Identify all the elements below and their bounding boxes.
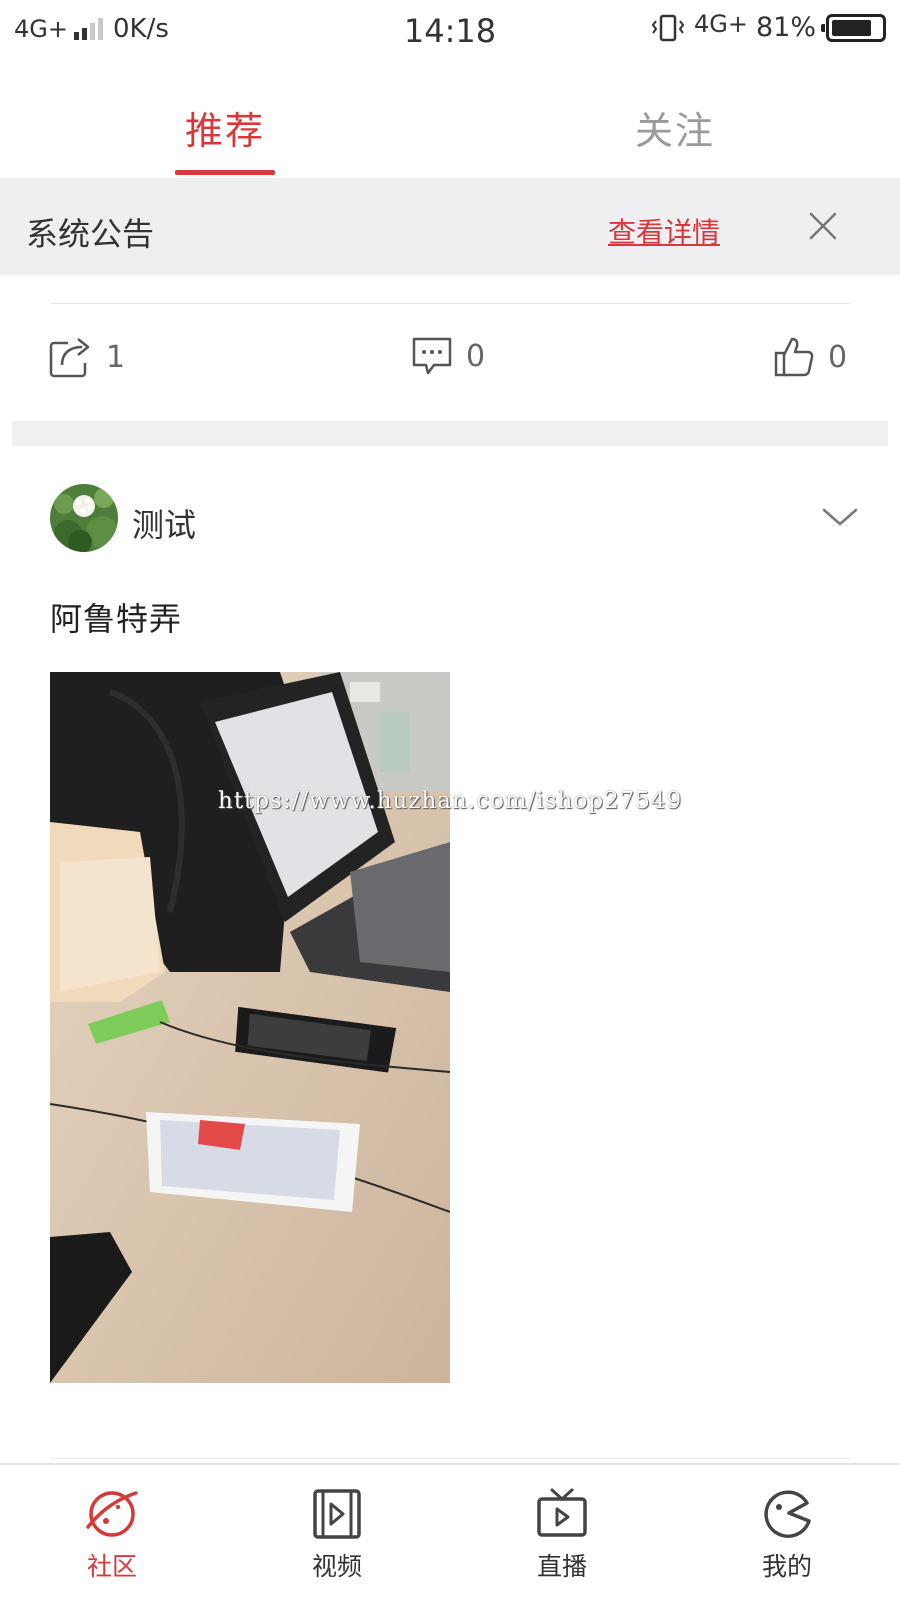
share-icon xyxy=(49,338,90,378)
nav-live[interactable]: 直播 xyxy=(502,1487,622,1583)
share-button[interactable]: 1 xyxy=(48,335,125,379)
comment-icon xyxy=(412,337,452,375)
post-username[interactable]: 测试 xyxy=(132,500,196,546)
live-tv-icon xyxy=(537,1488,587,1537)
nav-profile[interactable]: 我的 xyxy=(727,1487,847,1583)
chevron-down-icon xyxy=(822,508,858,526)
share-count: 1 xyxy=(106,339,126,375)
system-notice-banner: 系统公告 查看详情 xyxy=(0,178,900,275)
nav-label-profile: 我的 xyxy=(761,1552,812,1581)
video-icon xyxy=(313,1489,361,1539)
post-text: 阿鲁特弄 xyxy=(50,600,183,638)
thumbs-up-icon xyxy=(774,337,814,377)
vibrate-icon xyxy=(651,14,685,41)
post-more-button[interactable] xyxy=(820,502,860,532)
battery-icon xyxy=(821,13,886,42)
like-count: 0 xyxy=(828,339,848,375)
comment-button[interactable]: 0 xyxy=(410,335,485,377)
comment-count: 0 xyxy=(466,338,486,374)
nav-label-live: 直播 xyxy=(536,1552,587,1581)
tab-following[interactable]: 关注 xyxy=(635,100,715,155)
community-icon xyxy=(86,1491,138,1537)
tab-recommend[interactable]: 推荐 xyxy=(185,100,265,155)
top-tab-bar: 推荐 关注 xyxy=(0,62,900,178)
status-bar: 4G+ 0K/s 14:18 4G+ 81% xyxy=(0,0,900,62)
nav-label-community: 社区 xyxy=(86,1552,137,1581)
avatar[interactable] xyxy=(50,484,118,552)
avatar-image xyxy=(50,484,118,552)
notice-title: 系统公告 xyxy=(26,215,155,253)
bottom-nav-bar: 社区 视频 直播 我的 xyxy=(0,1463,900,1600)
nav-video[interactable]: 视频 xyxy=(277,1487,397,1583)
profile-icon xyxy=(764,1490,811,1538)
active-tab-indicator xyxy=(175,170,275,175)
post-photo[interactable] xyxy=(50,672,450,1383)
notice-details-link[interactable]: 查看详情 xyxy=(608,211,720,251)
desk-photo-illustration xyxy=(50,672,450,1383)
post-header: 测试 xyxy=(50,484,860,554)
network-type-right: 4G+ xyxy=(694,9,748,38)
battery-percent: 81% xyxy=(755,12,816,43)
like-button[interactable]: 0 xyxy=(772,335,847,379)
divider xyxy=(50,303,850,304)
post-action-bar: 1 0 0 xyxy=(0,335,900,397)
nav-label-video: 视频 xyxy=(311,1552,362,1581)
notice-close-button[interactable] xyxy=(808,211,838,241)
divider xyxy=(50,1458,850,1459)
status-right: 4G+ 81% xyxy=(650,9,886,43)
watermark-text: https://www.huzhan.com/ishop27549 xyxy=(218,788,683,814)
section-separator xyxy=(12,421,888,446)
nav-community[interactable]: 社区 xyxy=(52,1487,172,1583)
close-icon xyxy=(809,212,837,240)
